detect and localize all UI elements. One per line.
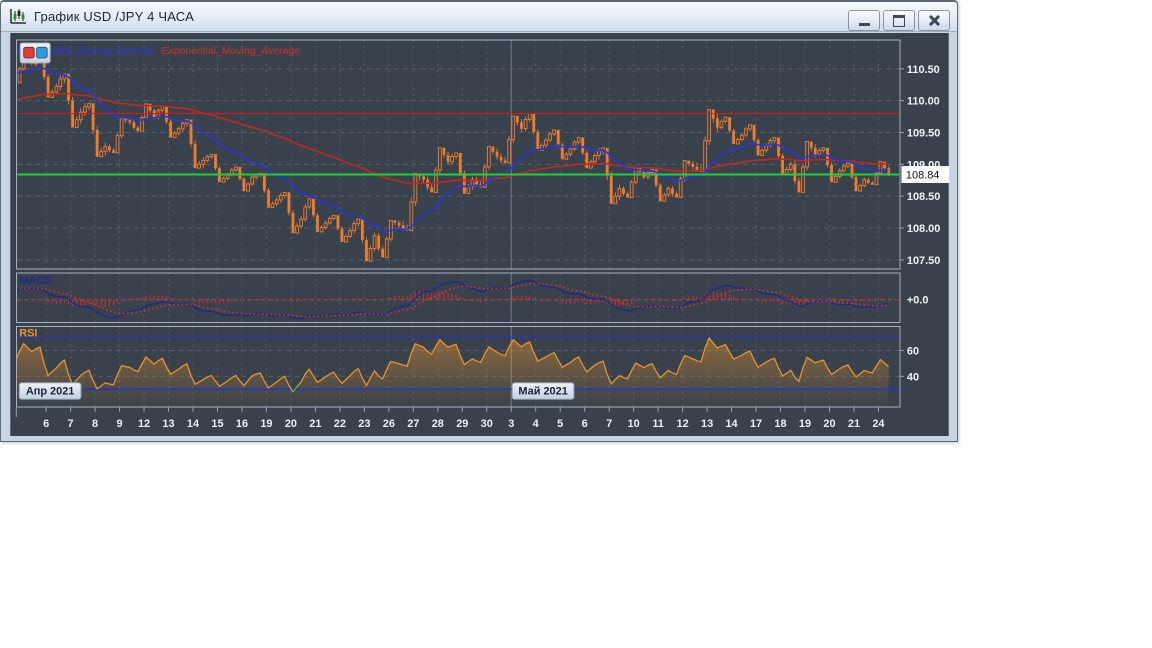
svg-text:21: 21 <box>848 418 860 430</box>
svg-text:27: 27 <box>407 418 419 430</box>
close-button[interactable] <box>918 10 950 31</box>
svg-text:18: 18 <box>774 418 786 430</box>
month-marker: Май 2021 <box>511 382 575 400</box>
window-controls <box>848 10 950 31</box>
svg-text:22: 22 <box>334 418 346 430</box>
svg-text:Апр 2021: Апр 2021 <box>26 386 75 398</box>
window-title: График USD /JPY 4 ЧАСА <box>34 9 194 24</box>
svg-text:9: 9 <box>117 418 123 430</box>
svg-text:7: 7 <box>606 418 612 430</box>
svg-text:16: 16 <box>236 418 248 430</box>
svg-text:108.50: 108.50 <box>907 191 940 203</box>
svg-text:24: 24 <box>872 418 885 430</box>
svg-text:40: 40 <box>907 371 919 383</box>
minimize-icon <box>858 22 870 26</box>
maximize-icon <box>893 14 905 27</box>
svg-text:5: 5 <box>557 418 563 430</box>
svg-text:108.84: 108.84 <box>906 169 939 181</box>
svg-text:Май 2021: Май 2021 <box>518 386 567 398</box>
svg-text:RSI: RSI <box>19 328 37 340</box>
current-price-tag: 108.84 <box>901 166 950 183</box>
legend-color-buttons[interactable] <box>19 42 51 64</box>
svg-text:13: 13 <box>701 418 713 430</box>
svg-text:Exponential_Moving_Average: Exponential_Moving_Average <box>162 46 301 57</box>
svg-text:+0.0: +0.0 <box>907 295 929 307</box>
svg-text:MACD: MACD <box>19 275 52 287</box>
svg-text:10: 10 <box>628 418 640 430</box>
svg-text:8: 8 <box>92 418 98 430</box>
svg-text:4: 4 <box>533 418 540 430</box>
chart-canvas[interactable]: Exponential_Moving_Average Exponential_Mo… <box>1 32 957 441</box>
svg-text:26: 26 <box>383 418 395 430</box>
svg-text:12: 12 <box>138 418 150 430</box>
blue-series-button <box>36 46 48 59</box>
svg-text:15: 15 <box>211 418 223 430</box>
svg-text:3: 3 <box>508 418 514 430</box>
svg-text:110.50: 110.50 <box>907 64 940 76</box>
svg-text:23: 23 <box>358 418 370 430</box>
svg-text:20: 20 <box>285 418 297 430</box>
close-icon <box>928 14 941 27</box>
svg-text:14: 14 <box>725 418 738 430</box>
svg-text:28: 28 <box>432 418 444 430</box>
svg-text:11: 11 <box>652 418 664 430</box>
svg-text:107.50: 107.50 <box>907 255 940 267</box>
svg-text:19: 19 <box>260 418 272 430</box>
minimize-button[interactable] <box>848 10 880 31</box>
svg-text:60: 60 <box>907 345 919 357</box>
svg-text:21: 21 <box>309 418 321 430</box>
svg-text:7: 7 <box>68 418 74 430</box>
window-titlebar[interactable]: График USD /JPY 4 ЧАСА <box>1 2 957 32</box>
candlestick-chart-icon <box>8 8 28 26</box>
month-marker: Апр 2021 <box>18 382 82 400</box>
red-series-button <box>23 46 35 59</box>
svg-text:14: 14 <box>187 418 200 430</box>
svg-text:13: 13 <box>162 418 174 430</box>
maximize-button[interactable] <box>883 10 915 31</box>
svg-text:17: 17 <box>750 418 762 430</box>
svg-text:30: 30 <box>481 418 493 430</box>
svg-text:6: 6 <box>43 418 49 430</box>
svg-text:6: 6 <box>582 418 588 430</box>
chart-window: График USD /JPY 4 ЧАСА Exponential_Movin… <box>0 0 958 442</box>
svg-text:108.00: 108.00 <box>907 223 940 235</box>
svg-text:109.50: 109.50 <box>907 127 940 139</box>
svg-text:29: 29 <box>456 418 468 430</box>
svg-text:20: 20 <box>823 418 835 430</box>
svg-text:110.00: 110.00 <box>907 96 940 108</box>
svg-text:19: 19 <box>799 418 811 430</box>
svg-text:12: 12 <box>677 418 689 430</box>
desktop: График USD /JPY 4 ЧАСА Exponential_Movin… <box>0 0 1152 648</box>
